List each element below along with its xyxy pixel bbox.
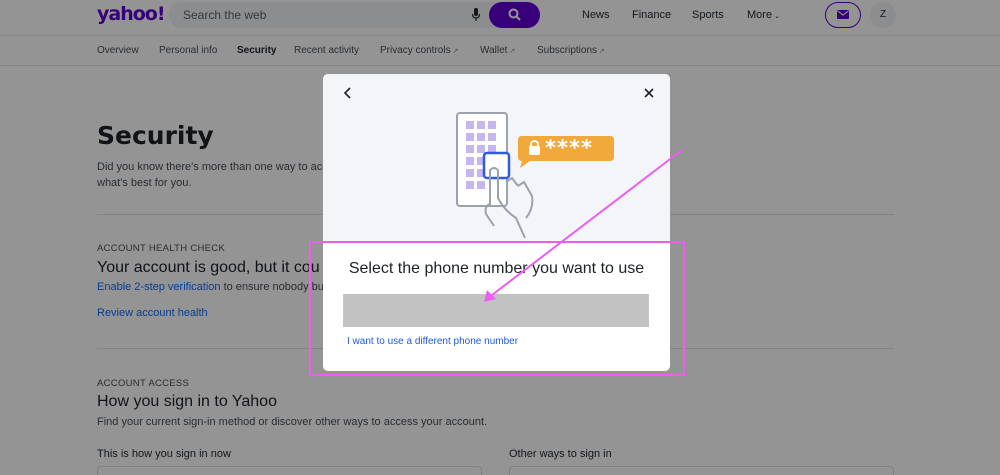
highlight-box bbox=[309, 241, 685, 376]
lock-icon bbox=[529, 146, 540, 155]
back-arrow-icon[interactable] bbox=[341, 86, 355, 100]
password-mask: **** bbox=[545, 136, 593, 160]
illustration-panel: **** bbox=[323, 74, 670, 242]
phone-keypad-illustration bbox=[456, 112, 614, 239]
close-icon[interactable] bbox=[642, 86, 656, 100]
